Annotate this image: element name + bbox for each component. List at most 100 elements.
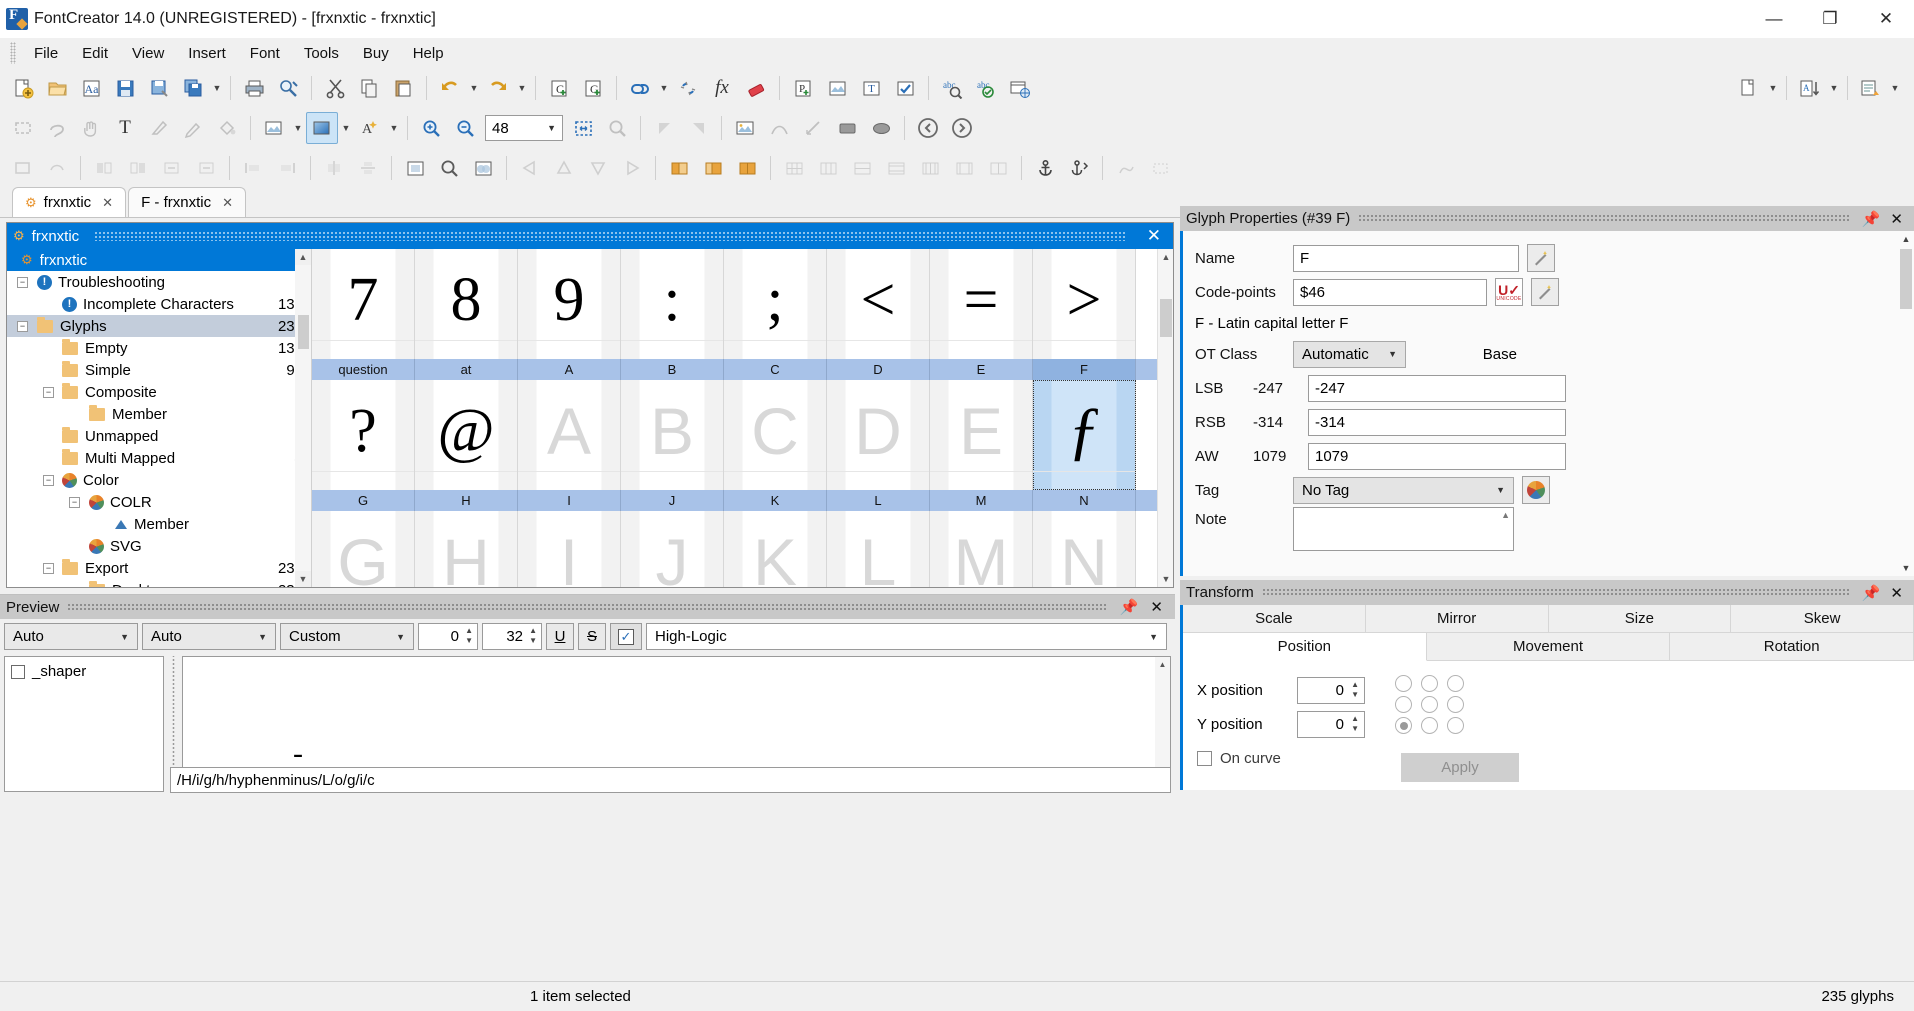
name-magic-wand-icon[interactable] (1527, 244, 1555, 272)
glyph-cell[interactable]: E (930, 380, 1033, 490)
tree-item-colr-member[interactable]: Member 0 (7, 513, 311, 535)
menu-font[interactable]: Font (238, 41, 292, 66)
glyph-properties-close-icon[interactable]: ✕ (1885, 210, 1908, 228)
web-preview-icon[interactable] (1004, 72, 1036, 104)
paste-right-icon[interactable] (190, 152, 222, 184)
copy-box-c-icon[interactable] (731, 152, 763, 184)
zoom-chevron-down-icon[interactable]: ▼ (547, 123, 556, 133)
fx-icon[interactable]: fx (706, 72, 738, 104)
insert-characters-icon[interactable]: G (577, 72, 609, 104)
pin-icon[interactable]: 📌 (1114, 598, 1145, 616)
preview-text-input[interactable]: High-Logic ▼ (646, 623, 1167, 650)
anchor-top-center[interactable] (1421, 675, 1438, 692)
tab-movement[interactable]: Movement (1426, 633, 1671, 661)
anchor-middle-right[interactable] (1447, 696, 1464, 713)
stepper-arrows-icon[interactable]: ▲ ▼ (1351, 680, 1359, 700)
glyph-label[interactable]: K (724, 490, 827, 511)
autometrics-icon[interactable]: P (787, 72, 819, 104)
zoom-out-icon[interactable] (449, 112, 481, 144)
tree-item-svg[interactable]: SVG 0 (7, 535, 311, 557)
tab-rotation[interactable]: Rotation (1670, 633, 1914, 661)
glyph-label[interactable]: B (621, 359, 724, 380)
rsb-input[interactable]: -314 (1308, 408, 1566, 436)
fit-window-icon[interactable] (567, 112, 599, 144)
tab-close-icon[interactable]: ✕ (222, 195, 233, 211)
unicode-lookup-icon[interactable]: U✓ UNICODE (1495, 278, 1523, 306)
chevron-down-icon[interactable]: ▼ (1388, 349, 1397, 359)
tree-scroll-down-icon[interactable]: ▼ (295, 571, 311, 587)
tab-position[interactable]: Position (1183, 633, 1427, 661)
redo-chevron-down-icon[interactable]: ▼ (515, 72, 529, 104)
anchor-icon[interactable] (1029, 152, 1061, 184)
glyph-cell[interactable]: J (621, 511, 724, 587)
note-textarea[interactable]: ▲ (1293, 507, 1514, 551)
grid-a-icon[interactable] (778, 152, 810, 184)
tree-item-desktop[interactable]: Desktop 235 (7, 579, 311, 587)
glyph-cell[interactable]: 7 (312, 249, 415, 359)
glyph-cell[interactable]: M (930, 511, 1033, 587)
strikethrough-toggle[interactable]: S (578, 623, 606, 650)
copy-icon[interactable] (353, 72, 385, 104)
anchor-top-left[interactable] (1395, 675, 1412, 692)
glyph-label[interactable]: at (415, 359, 518, 380)
codepoints-input[interactable]: $46 (1293, 278, 1487, 306)
tree-vertical-scrollbar[interactable]: ▲ ▼ (295, 249, 311, 587)
nav-back-icon[interactable] (912, 112, 944, 144)
glyph-label[interactable]: A (518, 359, 621, 380)
save-as-icon[interactable] (143, 72, 175, 104)
print-icon[interactable] (238, 72, 270, 104)
menu-file[interactable]: File (22, 41, 70, 66)
transform-close-icon[interactable]: ✕ (1885, 584, 1908, 602)
tag-select[interactable]: No Tag ▼ (1293, 476, 1514, 504)
fill-bucket-icon[interactable] (211, 112, 243, 144)
glyph-label[interactable]: G (312, 490, 415, 511)
menu-insert[interactable]: Insert (176, 41, 238, 66)
magnify-glyph-icon[interactable] (433, 152, 465, 184)
underline-toggle[interactable]: U (546, 623, 574, 650)
glyph-label[interactable]: question (312, 359, 415, 380)
select-rect-icon[interactable] (7, 112, 39, 144)
glyph-label[interactable]: J (621, 490, 724, 511)
feature-select[interactable]: Custom ▼ (280, 623, 414, 650)
menu-view[interactable]: View (120, 41, 176, 66)
glyph-cell[interactable]: N (1033, 511, 1136, 587)
tri-down-icon[interactable] (582, 152, 614, 184)
redo-dock-icon[interactable] (41, 152, 73, 184)
tree-item-color[interactable]: − Color 0 (7, 469, 311, 491)
y-position-stepper[interactable]: 0 ▲ ▼ (1297, 710, 1365, 738)
anchor-middle-center[interactable] (1421, 696, 1438, 713)
tree-item-troubleshooting[interactable]: − ! Troubleshooting (7, 271, 311, 293)
copy-right-icon[interactable] (122, 152, 154, 184)
compare-icon[interactable]: abc (970, 72, 1002, 104)
pen-freehand-icon[interactable] (177, 112, 209, 144)
glyph-label[interactable]: L (827, 490, 930, 511)
preview-glyph-sequence[interactable]: /H/i/g/h/hyphenminus/L/o/g/i/c (170, 767, 1171, 793)
zoom-level-combo[interactable]: 48 ▼ (485, 115, 563, 141)
apply-button[interactable]: Apply (1401, 753, 1519, 782)
anchor-bottom-right[interactable] (1447, 717, 1464, 734)
effects-tool-chevron-down-icon[interactable]: ▼ (387, 112, 401, 144)
sort-icon[interactable]: A (1794, 72, 1826, 104)
tracking-stepper[interactable]: 0 ▲ ▼ (418, 623, 478, 650)
properties-scroll-thumb[interactable] (1900, 249, 1912, 309)
glyph-label[interactable]: I (518, 490, 621, 511)
expander-icon[interactable]: − (43, 386, 54, 398)
copy-box-a-icon[interactable] (663, 152, 695, 184)
chevron-down-icon[interactable]: ▼ (258, 632, 267, 642)
paste-icon[interactable] (387, 72, 419, 104)
test-font-icon[interactable]: T (855, 72, 887, 104)
tab-close-icon[interactable]: ✕ (102, 195, 113, 211)
insert-glyph-icon[interactable]: C (543, 72, 575, 104)
glyph-label[interactable]: C (724, 359, 827, 380)
glyph-cell[interactable]: C (724, 380, 827, 490)
import-image-icon[interactable] (729, 112, 761, 144)
gradient-tool-icon[interactable] (306, 112, 338, 144)
tree-item-incomplete-characters[interactable]: ! Incomplete Characters 133 (7, 293, 311, 315)
glyph-cell[interactable]: : (621, 249, 724, 359)
tree-scroll-thumb[interactable] (298, 315, 309, 349)
glyph-cell[interactable]: K (724, 511, 827, 587)
tab-skew[interactable]: Skew (1731, 605, 1914, 633)
grid-scroll-down-icon[interactable]: ▼ (1158, 571, 1173, 587)
chevron-down-icon[interactable]: ▼ (1496, 485, 1505, 495)
checkbox-icon[interactable] (11, 664, 25, 679)
